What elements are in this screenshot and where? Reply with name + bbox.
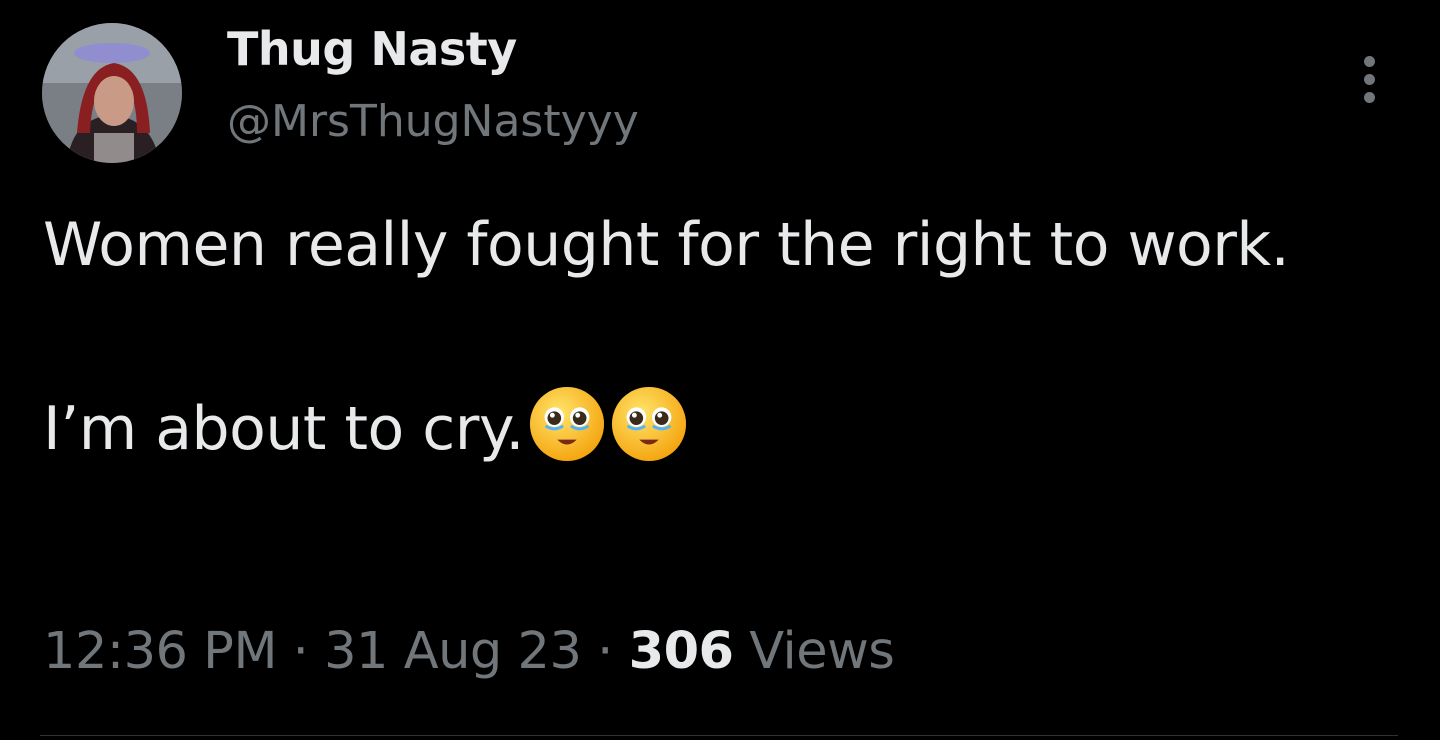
tweet-text-line-2: I’m about to cry. [43,383,1383,475]
tweet-card: Thug Nasty @MrsThugNastyyy Women really … [0,0,1440,740]
author-handle[interactable]: @MrsThugNastyyy [227,96,639,147]
face-holding-back-tears-icon [529,386,605,462]
more-vertical-icon-dot [1364,92,1375,103]
tweet-text-line-1: Women really fought for the right to wor… [43,210,1290,280]
meta-separator: · [597,622,613,681]
more-vertical-icon [1364,56,1375,67]
tweet-text-line-2-text: I’m about to cry. [43,394,524,464]
author-name[interactable]: Thug Nasty [227,22,517,76]
avatar-image [42,23,182,163]
views-label: Views [749,622,895,681]
more-vertical-icon-dot [1364,74,1375,85]
meta-separator: · [292,622,309,681]
tweet-time[interactable]: 12:36 PM [43,622,277,681]
more-options-button[interactable] [1350,52,1390,108]
views-count: 306 [628,622,734,681]
tweet-meta: 12:36 PM · 31 Aug 23 · 306 Views [43,622,895,681]
avatar[interactable] [42,23,182,163]
face-holding-back-tears-icon [611,386,687,462]
divider [40,735,1398,736]
tweet-date[interactable]: 31 Aug 23 [324,622,582,681]
tweet-text: Women really fought for the right to wor… [43,199,1383,475]
